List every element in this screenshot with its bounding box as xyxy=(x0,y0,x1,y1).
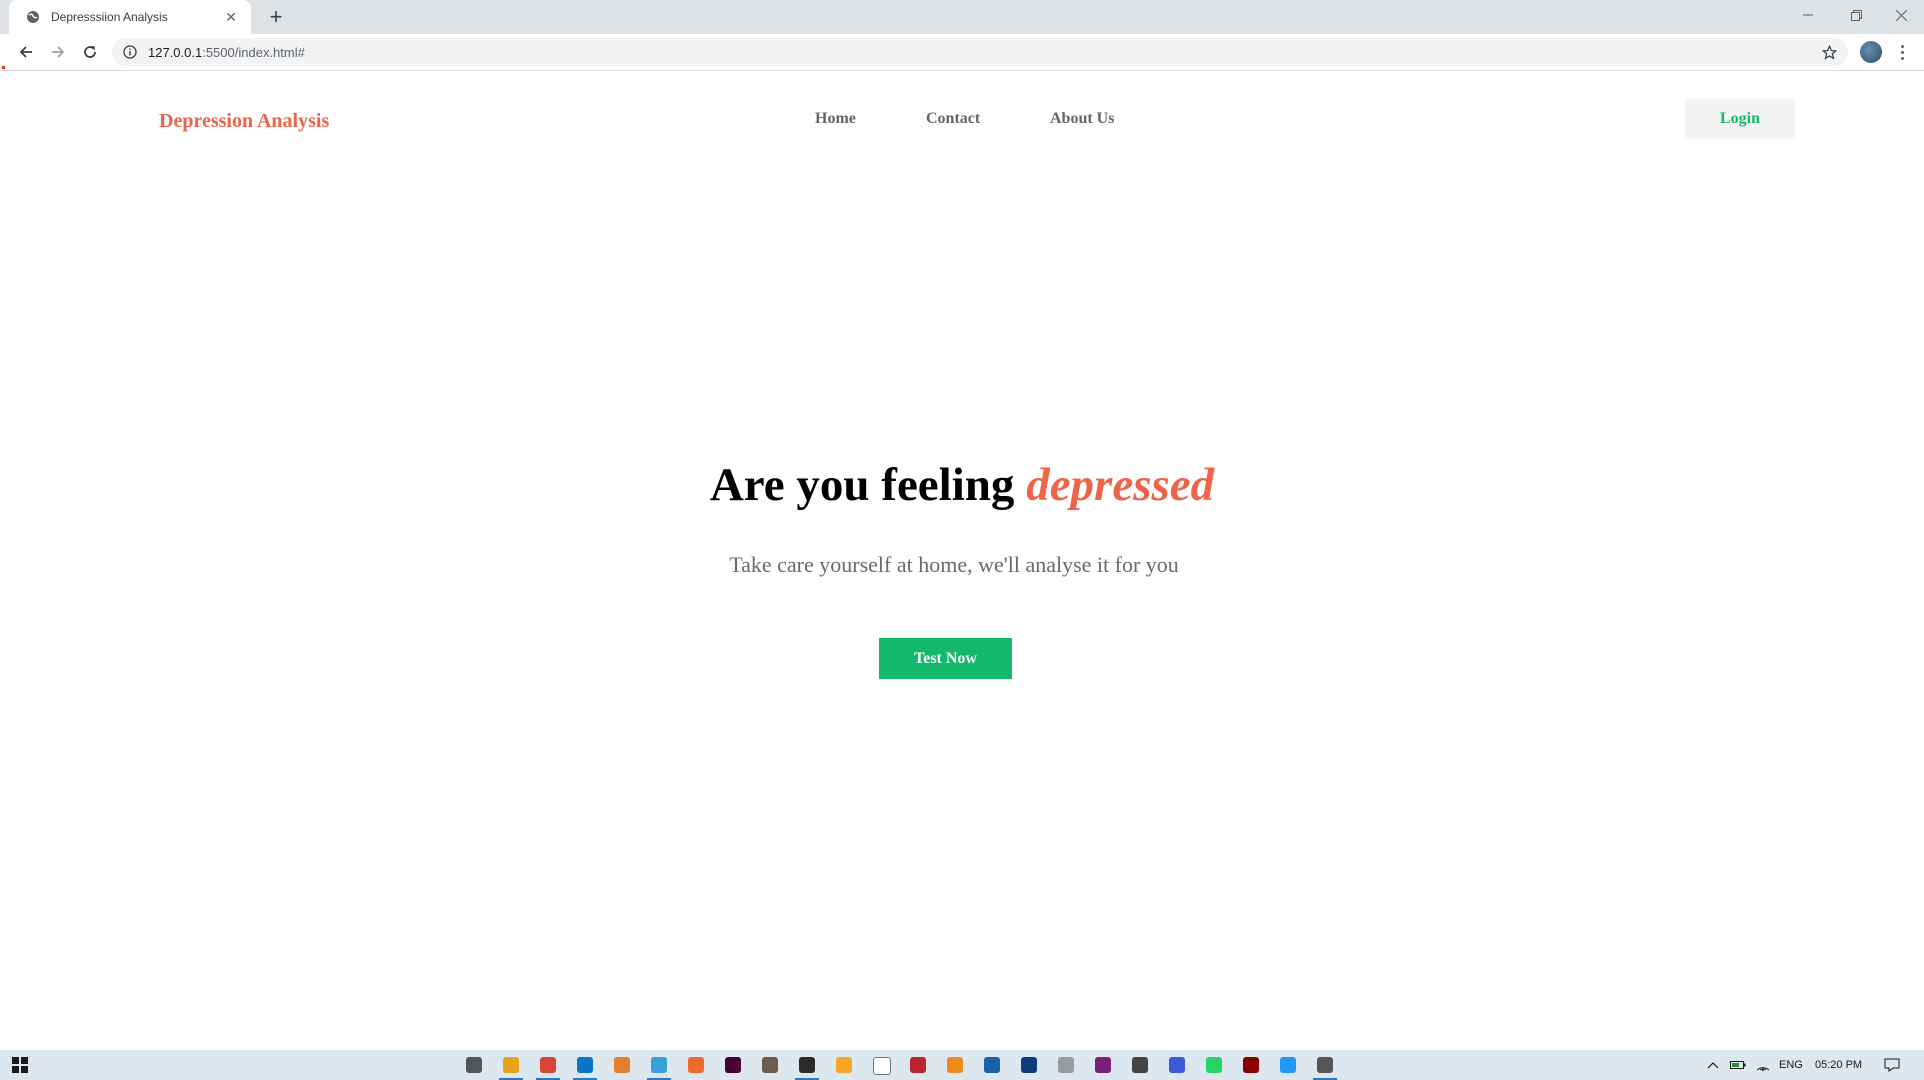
nav-about-us[interactable]: About Us xyxy=(1050,110,1114,128)
browser-tab-strip: Depresssiion Analysis ✕ + xyxy=(0,0,1924,34)
app-icon[interactable] xyxy=(795,1057,819,1080)
test-now-button[interactable]: Test Now xyxy=(879,638,1012,679)
loading-indicator xyxy=(2,66,5,69)
tool-icon[interactable] xyxy=(647,1057,671,1080)
winrar-icon[interactable] xyxy=(1095,1057,1111,1073)
windows-taskbar: ENG 05:20 PM xyxy=(0,1050,1924,1080)
settings-icon[interactable] xyxy=(466,1057,482,1073)
paint-icon[interactable] xyxy=(1058,1057,1074,1073)
terminal-icon[interactable] xyxy=(984,1057,1000,1073)
nav-contact[interactable]: Contact xyxy=(926,110,980,128)
file-explorer-icon[interactable] xyxy=(499,1057,523,1080)
vlc-icon[interactable] xyxy=(947,1057,963,1073)
globe-icon xyxy=(25,9,41,25)
reload-icon[interactable] xyxy=(76,38,104,66)
browser-toolbar: 127.0.0.1:5500/index.html# xyxy=(0,34,1924,71)
battery-icon[interactable] xyxy=(1730,1050,1746,1080)
xd-icon[interactable] xyxy=(725,1057,741,1073)
minimize-button[interactable] xyxy=(1785,0,1831,30)
nav-home[interactable]: Home xyxy=(815,110,856,128)
hero-title-accent: depressed xyxy=(1026,459,1215,511)
windows-start-icon[interactable] xyxy=(12,1057,28,1073)
browser-menu-icon[interactable] xyxy=(1892,38,1912,66)
login-button[interactable]: Login xyxy=(1685,99,1795,139)
hero-title-prefix: Are you feeling xyxy=(709,459,1027,511)
whatsapp-icon[interactable] xyxy=(1206,1057,1222,1073)
profile-avatar[interactable] xyxy=(1860,41,1882,63)
wifi-icon[interactable] xyxy=(1755,1050,1771,1080)
clock[interactable]: 05:20 PM xyxy=(1815,1050,1862,1080)
phone-icon[interactable] xyxy=(1280,1057,1296,1073)
url-host: 127.0.0.1 xyxy=(148,44,203,60)
url-path: :5500/index.html# xyxy=(202,44,305,60)
media-icon[interactable] xyxy=(1243,1057,1259,1073)
camera-icon[interactable] xyxy=(1132,1057,1148,1073)
address-bar[interactable]: 127.0.0.1:5500/index.html# xyxy=(112,38,1848,66)
notifications-icon[interactable] xyxy=(1884,1050,1900,1080)
language-indicator[interactable]: ENG xyxy=(1779,1050,1803,1080)
site-logo[interactable]: Depression Analysis xyxy=(159,110,329,133)
chrome-icon[interactable] xyxy=(536,1057,560,1080)
git-icon[interactable] xyxy=(614,1057,630,1073)
filezilla-icon[interactable] xyxy=(910,1057,926,1073)
forward-arrow-icon[interactable] xyxy=(44,38,72,66)
restore-button[interactable] xyxy=(1833,0,1879,30)
pen-icon[interactable] xyxy=(1313,1057,1337,1080)
url-text: 127.0.0.1:5500/index.html# xyxy=(148,45,1820,60)
browser-tab[interactable]: Depresssiion Analysis ✕ xyxy=(9,0,251,34)
back-arrow-icon[interactable] xyxy=(12,38,40,66)
tray-chevron-icon[interactable] xyxy=(1707,1050,1719,1080)
tab-title: Depresssiion Analysis xyxy=(51,10,168,24)
bookmark-star-icon[interactable] xyxy=(1820,43,1838,61)
new-tab-button[interactable]: + xyxy=(262,3,290,31)
info-icon[interactable] xyxy=(122,44,138,60)
close-window-button[interactable] xyxy=(1878,0,1924,30)
browser-icon[interactable] xyxy=(688,1057,704,1073)
hero-subtitle: Take care yourself at home, we'll analys… xyxy=(729,552,1179,577)
sublime-icon[interactable] xyxy=(836,1057,852,1073)
vscode-icon[interactable] xyxy=(573,1057,597,1080)
notepad-icon[interactable] xyxy=(873,1057,891,1075)
hero-title: Are you feeling depressed xyxy=(0,458,1924,512)
vnc-icon[interactable] xyxy=(1021,1057,1037,1073)
headphones-icon[interactable] xyxy=(1169,1057,1185,1073)
close-tab-icon[interactable]: ✕ xyxy=(223,9,239,26)
gimp-icon[interactable] xyxy=(762,1057,778,1073)
